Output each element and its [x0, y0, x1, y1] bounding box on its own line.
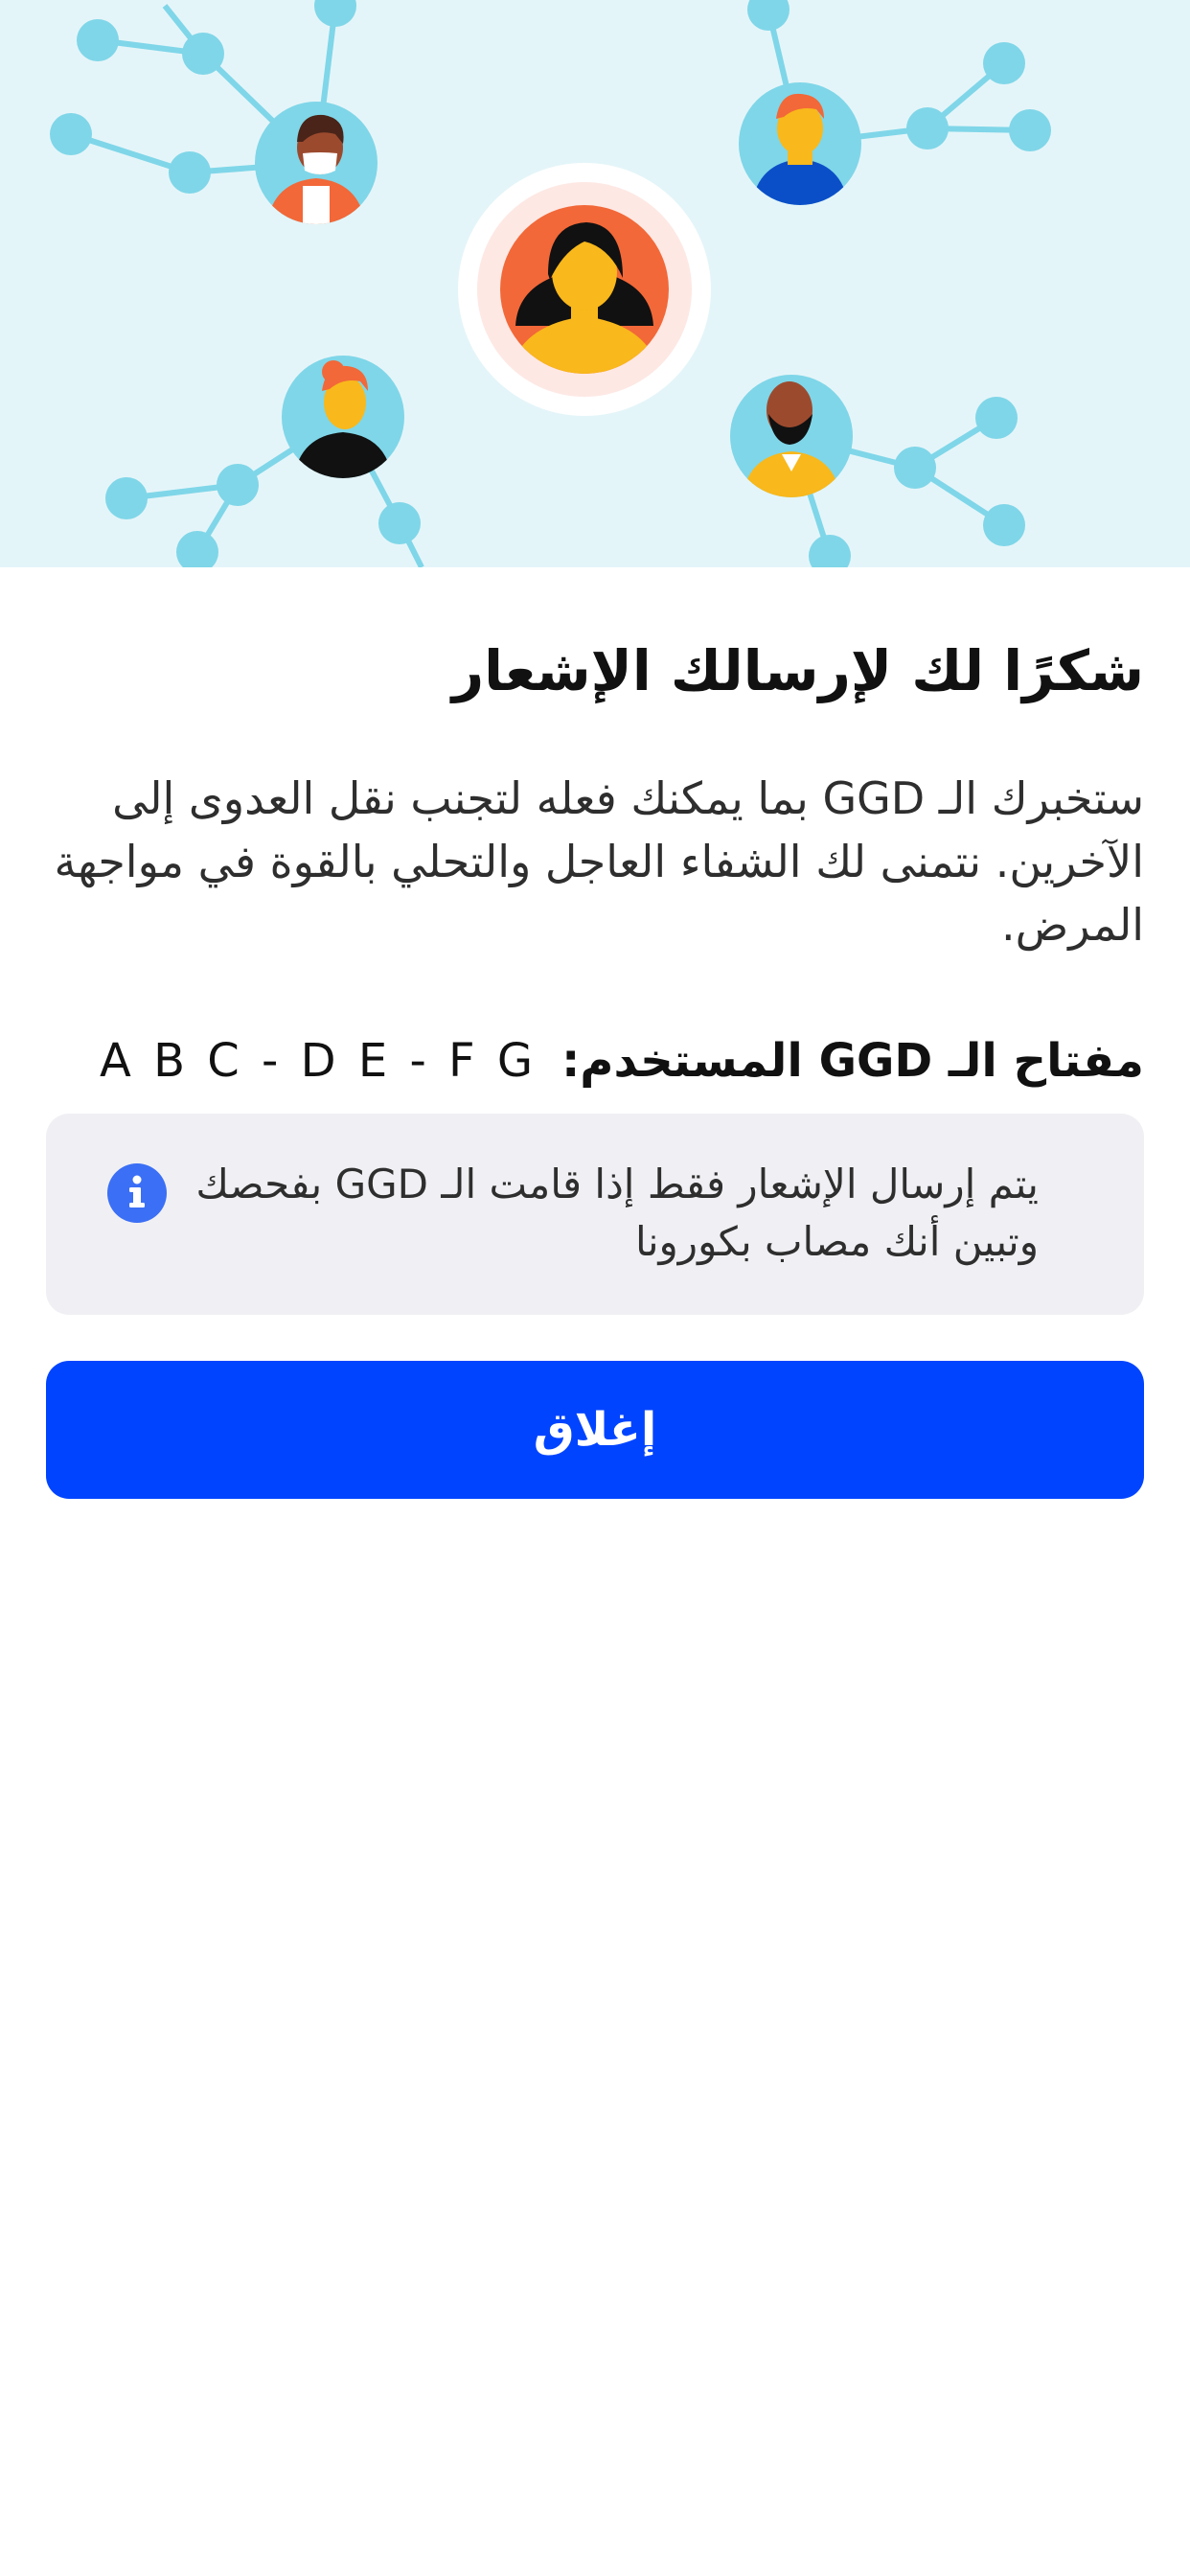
page-title: شكرًا لك لإرسالك الإشعار [451, 638, 1144, 703]
ggd-key-row: مفتاح الـ GGD المستخدم: A B C - D E - F … [46, 1027, 1144, 1094]
description-text: ستخبرك الـ GGD بما يمكنك فعله لتجنب نقل … [54, 772, 1145, 951]
ggd-key-label: مفتاح الـ GGD المستخدم: [561, 1034, 1144, 1088]
contact-network-illustration [50, 0, 1051, 567]
hero-illustration [0, 0, 1190, 567]
info-box: يتم إرسال الإشعار فقط إذا قامت الـ GGD ب… [46, 1114, 1144, 1315]
ggd-key-value: A B C - D E - F G [100, 1034, 538, 1088]
info-text: يتم إرسال الإشعار فقط إذا قامت الـ GGD ب… [195, 1161, 1039, 1265]
close-button[interactable]: إغلاق [46, 1361, 1144, 1499]
central-person-avatar [458, 163, 711, 416]
info-circle-icon [107, 1163, 167, 1223]
